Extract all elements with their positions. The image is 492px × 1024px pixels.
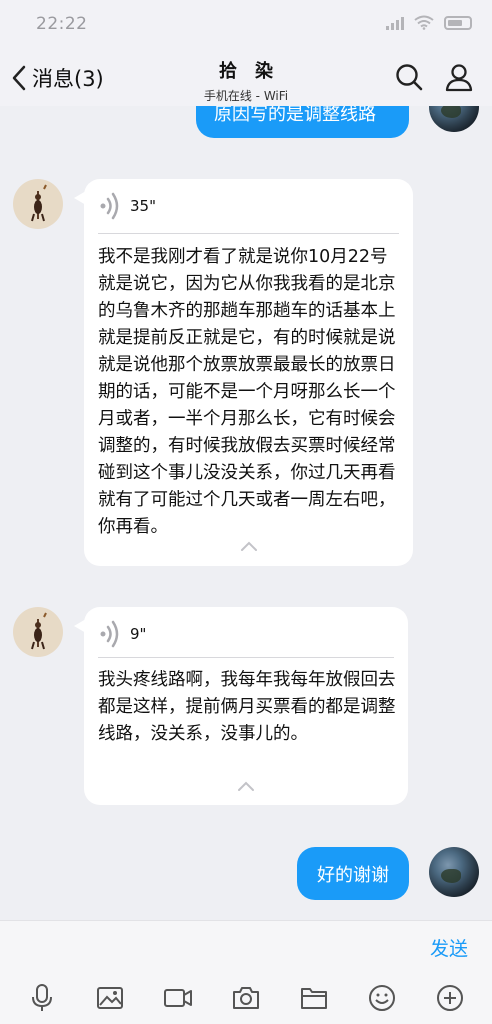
plus-icon[interactable] [435,983,465,1013]
collapse-chevron-icon[interactable] [236,780,256,792]
wifi-icon [414,15,434,30]
voice-play-button[interactable]: 9" [100,617,146,651]
message-input-bar[interactable]: 发送 [0,920,492,972]
chat-header: 消息(3) 拾染 手机在线 - WiFi [0,50,492,106]
emoji-icon[interactable] [367,983,397,1013]
search-icon[interactable] [393,61,425,93]
camera-icon[interactable] [231,983,261,1013]
message-text: 好的谢谢 [317,864,389,886]
image-icon[interactable] [95,983,125,1013]
status-bar: 22:22 [0,0,492,50]
profile-icon[interactable] [443,61,475,93]
contact-avatar[interactable] [13,179,63,229]
folder-icon[interactable] [299,983,329,1013]
collapse-chevron-icon[interactable] [239,540,259,552]
my-avatar[interactable] [429,106,479,132]
contact-title[interactable]: 拾染 手机在线 - WiFi [146,57,346,104]
microphone-icon[interactable] [27,983,57,1013]
cellular-signal-icon [386,16,404,30]
voice-play-button[interactable]: 35" [100,189,156,223]
back-button[interactable]: 消息(3) [10,58,104,98]
contact-name: 拾染 [219,61,291,82]
voice-transcript-text: 我头疼线路啊，我每年我每年放假回去都是这样，提前俩月买票看的都是调整线路，没关系… [98,670,396,744]
voice-wave-icon [100,192,119,220]
voice-wave-icon [100,620,119,648]
voice-duration: 35" [130,197,156,215]
incoming-voice-message[interactable]: 35" 我不是我刚才看了就是说你10月22号就是说它，因为它从你我我看的是北京的… [74,179,413,566]
divider [98,233,399,234]
chat-message-list[interactable]: 原因写的是调整线路 35" 我不是我刚才看了就是说你10月22号就是说它，因为它… [0,106,492,920]
incoming-voice-message[interactable]: 9" 我头疼线路啊，我每年我每年放假回去都是这样，提前俩月买票看的都是调整线路，… [74,607,408,805]
status-time: 22:22 [36,14,88,34]
message-text: 原因写的是调整线路 [214,106,376,125]
contact-online-status: 手机在线 - WiFi [203,89,289,103]
outgoing-message-bubble[interactable]: 好的谢谢 [297,847,409,900]
my-avatar[interactable] [429,847,479,897]
contact-avatar[interactable] [13,607,63,657]
divider [98,657,394,658]
send-button[interactable]: 发送 [430,934,468,961]
outgoing-message-bubble[interactable]: 原因写的是调整线路 [196,106,409,138]
voice-duration: 9" [130,625,147,643]
status-icons [386,15,472,30]
input-toolbar [0,972,492,1024]
video-icon[interactable] [163,983,193,1013]
battery-icon [444,15,472,30]
back-label: 消息(3) [32,67,104,91]
voice-transcript-text: 我不是我刚才看了就是说你10月22号就是说它，因为它从你我我看的是北京的乌鲁木齐… [98,247,396,537]
back-chevron-icon [12,65,26,91]
